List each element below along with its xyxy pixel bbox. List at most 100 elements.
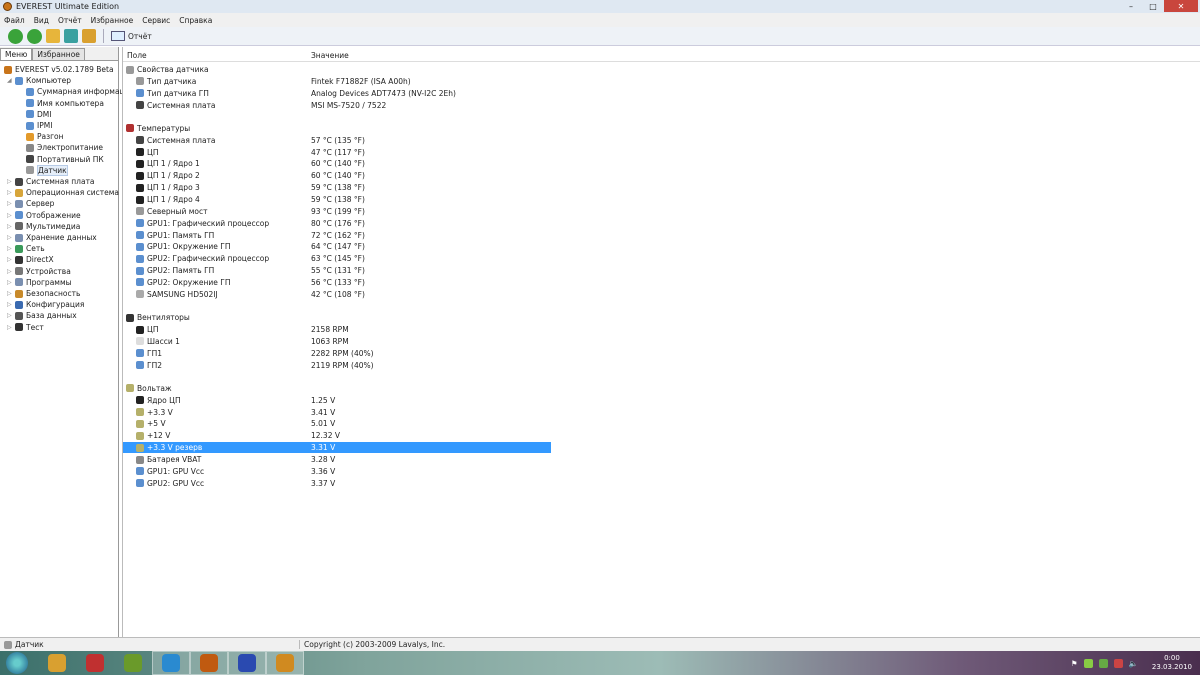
menu-item[interactable]: Файл bbox=[4, 16, 25, 25]
table-row[interactable]: Батарея VBAT 3.28 V bbox=[123, 454, 551, 465]
flag-icon[interactable]: ⚑ bbox=[1071, 659, 1078, 668]
tree-item[interactable]: Датчик bbox=[26, 164, 68, 176]
tree-item[interactable]: Имя компьютера bbox=[26, 98, 104, 109]
expand-arrow-icon[interactable]: ▷ bbox=[7, 324, 12, 331]
tree-item[interactable]: ▷ Тест bbox=[7, 322, 44, 333]
table-row[interactable]: GPU2: Окружение ГП 56 °C (133 °F) bbox=[123, 277, 551, 288]
taskbar-app-everest[interactable] bbox=[266, 651, 304, 675]
volume-icon[interactable]: 🔈 bbox=[1129, 659, 1138, 668]
taskbar-app-foxit[interactable] bbox=[76, 651, 114, 675]
tree-item[interactable]: IPMI bbox=[26, 120, 52, 131]
table-row[interactable]: ЦП 1 / Ядро 2 60 °C (140 °F) bbox=[123, 170, 551, 181]
table-row[interactable]: Северный мост 93 °C (199 °F) bbox=[123, 206, 551, 217]
tree-item[interactable]: EVEREST v5.02.1789 Beta bbox=[4, 64, 114, 75]
menu-item[interactable]: Отчёт bbox=[58, 16, 82, 25]
table-row[interactable]: Системная плата MSI MS-7520 / 7522 bbox=[123, 100, 551, 111]
table-row[interactable]: Тип датчика ГП Analog Devices ADT7473 (NV… bbox=[123, 88, 551, 99]
close-button[interactable]: ✕ bbox=[1164, 0, 1198, 12]
group-header[interactable]: Вольтаж bbox=[123, 383, 551, 394]
group-header[interactable]: Температуры bbox=[123, 123, 551, 134]
tree-item[interactable]: ▷ Безопасность bbox=[7, 288, 80, 299]
tree-item[interactable]: Электропитание bbox=[26, 142, 103, 153]
up-icon[interactable] bbox=[46, 29, 60, 43]
expand-arrow-icon[interactable]: ▷ bbox=[7, 212, 12, 219]
menu-item[interactable]: Справка bbox=[179, 16, 212, 25]
expand-arrow-icon[interactable]: ▷ bbox=[7, 234, 12, 241]
collapse-arrow-icon[interactable]: ◢ bbox=[7, 77, 12, 84]
tray-app-icon[interactable] bbox=[1098, 658, 1108, 668]
taskbar-app-app-orange[interactable] bbox=[190, 651, 228, 675]
menu-item[interactable]: Сервис bbox=[142, 16, 170, 25]
expand-arrow-icon[interactable]: ▷ bbox=[7, 223, 12, 230]
table-row[interactable]: Системная плата 57 °C (135 °F) bbox=[123, 135, 551, 146]
table-row[interactable]: +3.3 V резерв 3.31 V bbox=[123, 442, 551, 454]
table-row[interactable]: +5 V 5.01 V bbox=[123, 418, 551, 429]
menu-item[interactable]: Вид bbox=[34, 16, 49, 25]
expand-arrow-icon[interactable]: ▷ bbox=[7, 312, 12, 319]
expand-arrow-icon[interactable]: ▷ bbox=[7, 178, 12, 185]
table-row[interactable]: GPU2: GPU Vcc 3.37 V bbox=[123, 478, 551, 489]
table-row[interactable]: Шасси 1 1063 RPM bbox=[123, 336, 551, 347]
tree-item[interactable]: ▷ DirectX bbox=[7, 254, 54, 265]
table-row[interactable]: SAMSUNG HD502IJ 42 °C (108 °F) bbox=[123, 289, 551, 300]
refresh-icon[interactable] bbox=[64, 29, 78, 43]
tree-item[interactable]: ▷ Сервер bbox=[7, 198, 54, 209]
back-icon[interactable] bbox=[8, 28, 23, 44]
table-row[interactable]: Ядро ЦП 1.25 V bbox=[123, 395, 551, 406]
expand-arrow-icon[interactable]: ▷ bbox=[7, 200, 12, 207]
table-row[interactable]: ЦП 47 °C (117 °F) bbox=[123, 147, 551, 158]
tree-item[interactable]: ▷ Отображение bbox=[7, 210, 81, 221]
expand-arrow-icon[interactable]: ▷ bbox=[7, 279, 12, 286]
tree-item[interactable]: DMI bbox=[26, 109, 51, 120]
expand-arrow-icon[interactable]: ▷ bbox=[7, 245, 12, 252]
tab-menu[interactable]: Меню bbox=[0, 48, 33, 60]
menu-item[interactable]: Избранное bbox=[91, 16, 134, 25]
table-row[interactable]: GPU1: GPU Vcc 3.36 V bbox=[123, 466, 551, 477]
table-row[interactable]: GPU1: Память ГП 72 °C (162 °F) bbox=[123, 230, 551, 241]
table-row[interactable]: ЦП 2158 RPM bbox=[123, 324, 551, 335]
forward-icon[interactable] bbox=[27, 28, 42, 44]
table-row[interactable]: ГП2 2119 RPM (40%) bbox=[123, 360, 551, 371]
tray-app-icon[interactable] bbox=[1083, 658, 1093, 668]
tree-item[interactable]: ▷ Программы bbox=[7, 277, 72, 288]
table-row[interactable]: Тип датчика Fintek F71882F (ISA A00h) bbox=[123, 76, 551, 87]
taskbar-app-media-player[interactable] bbox=[152, 651, 190, 675]
table-row[interactable]: ЦП 1 / Ядро 4 59 °C (138 °F) bbox=[123, 194, 551, 205]
expand-arrow-icon[interactable]: ▷ bbox=[7, 301, 12, 308]
minimize-button[interactable]: – bbox=[1120, 0, 1142, 12]
group-header[interactable]: Свойства датчика bbox=[123, 64, 551, 75]
tree-item[interactable]: ▷ Системная плата bbox=[7, 176, 95, 187]
maximize-button[interactable]: □ bbox=[1142, 0, 1164, 12]
tree-item[interactable]: Суммарная информация bbox=[26, 86, 134, 97]
favorites-icon[interactable] bbox=[82, 29, 96, 43]
tree-item[interactable]: ▷ Мультимедиа bbox=[7, 221, 80, 232]
network-icon[interactable] bbox=[1113, 658, 1123, 668]
tree-item[interactable]: ▷ Устройства bbox=[7, 266, 71, 277]
report-button[interactable]: Отчёт bbox=[111, 31, 152, 41]
taskbar-app-winamp[interactable] bbox=[38, 651, 76, 675]
expand-arrow-icon[interactable]: ▷ bbox=[7, 268, 12, 275]
tree-item[interactable]: ◢ Компьютер bbox=[7, 75, 71, 86]
tree-item[interactable]: Портативный ПК bbox=[26, 154, 104, 165]
column-header-value[interactable]: Значение bbox=[311, 51, 349, 60]
tree-item[interactable]: ▷ Конфигурация bbox=[7, 299, 84, 310]
expand-arrow-icon[interactable]: ▷ bbox=[7, 189, 12, 196]
table-row[interactable]: GPU1: Графический процессор 80 °C (176 °F… bbox=[123, 218, 551, 229]
table-row[interactable]: +12 V 12.32 V bbox=[123, 430, 551, 441]
table-row[interactable]: GPU1: Окружение ГП 64 °C (147 °F) bbox=[123, 241, 551, 252]
tree-item[interactable]: ▷ Хранение данных bbox=[7, 232, 97, 243]
table-row[interactable]: ГП1 2282 RPM (40%) bbox=[123, 348, 551, 359]
group-header[interactable]: Вентиляторы bbox=[123, 312, 551, 323]
column-header-field[interactable]: Поле bbox=[127, 51, 147, 60]
table-row[interactable]: ЦП 1 / Ядро 1 60 °C (140 °F) bbox=[123, 158, 551, 169]
table-row[interactable]: +3.3 V 3.41 V bbox=[123, 407, 551, 418]
start-button[interactable] bbox=[6, 652, 28, 674]
expand-arrow-icon[interactable]: ▷ bbox=[7, 256, 12, 263]
tree-item[interactable]: Разгон bbox=[26, 131, 64, 142]
tab-favorites[interactable]: Избранное bbox=[32, 48, 85, 60]
table-row[interactable]: ЦП 1 / Ядро 3 59 °C (138 °F) bbox=[123, 182, 551, 193]
table-row[interactable]: GPU2: Память ГП 55 °C (131 °F) bbox=[123, 265, 551, 276]
table-row[interactable]: GPU2: Графический процессор 63 °C (145 °F… bbox=[123, 253, 551, 264]
tree-item[interactable]: ▷ База данных bbox=[7, 310, 77, 321]
clock[interactable]: 0:00 23.03.2010 bbox=[1152, 654, 1192, 672]
